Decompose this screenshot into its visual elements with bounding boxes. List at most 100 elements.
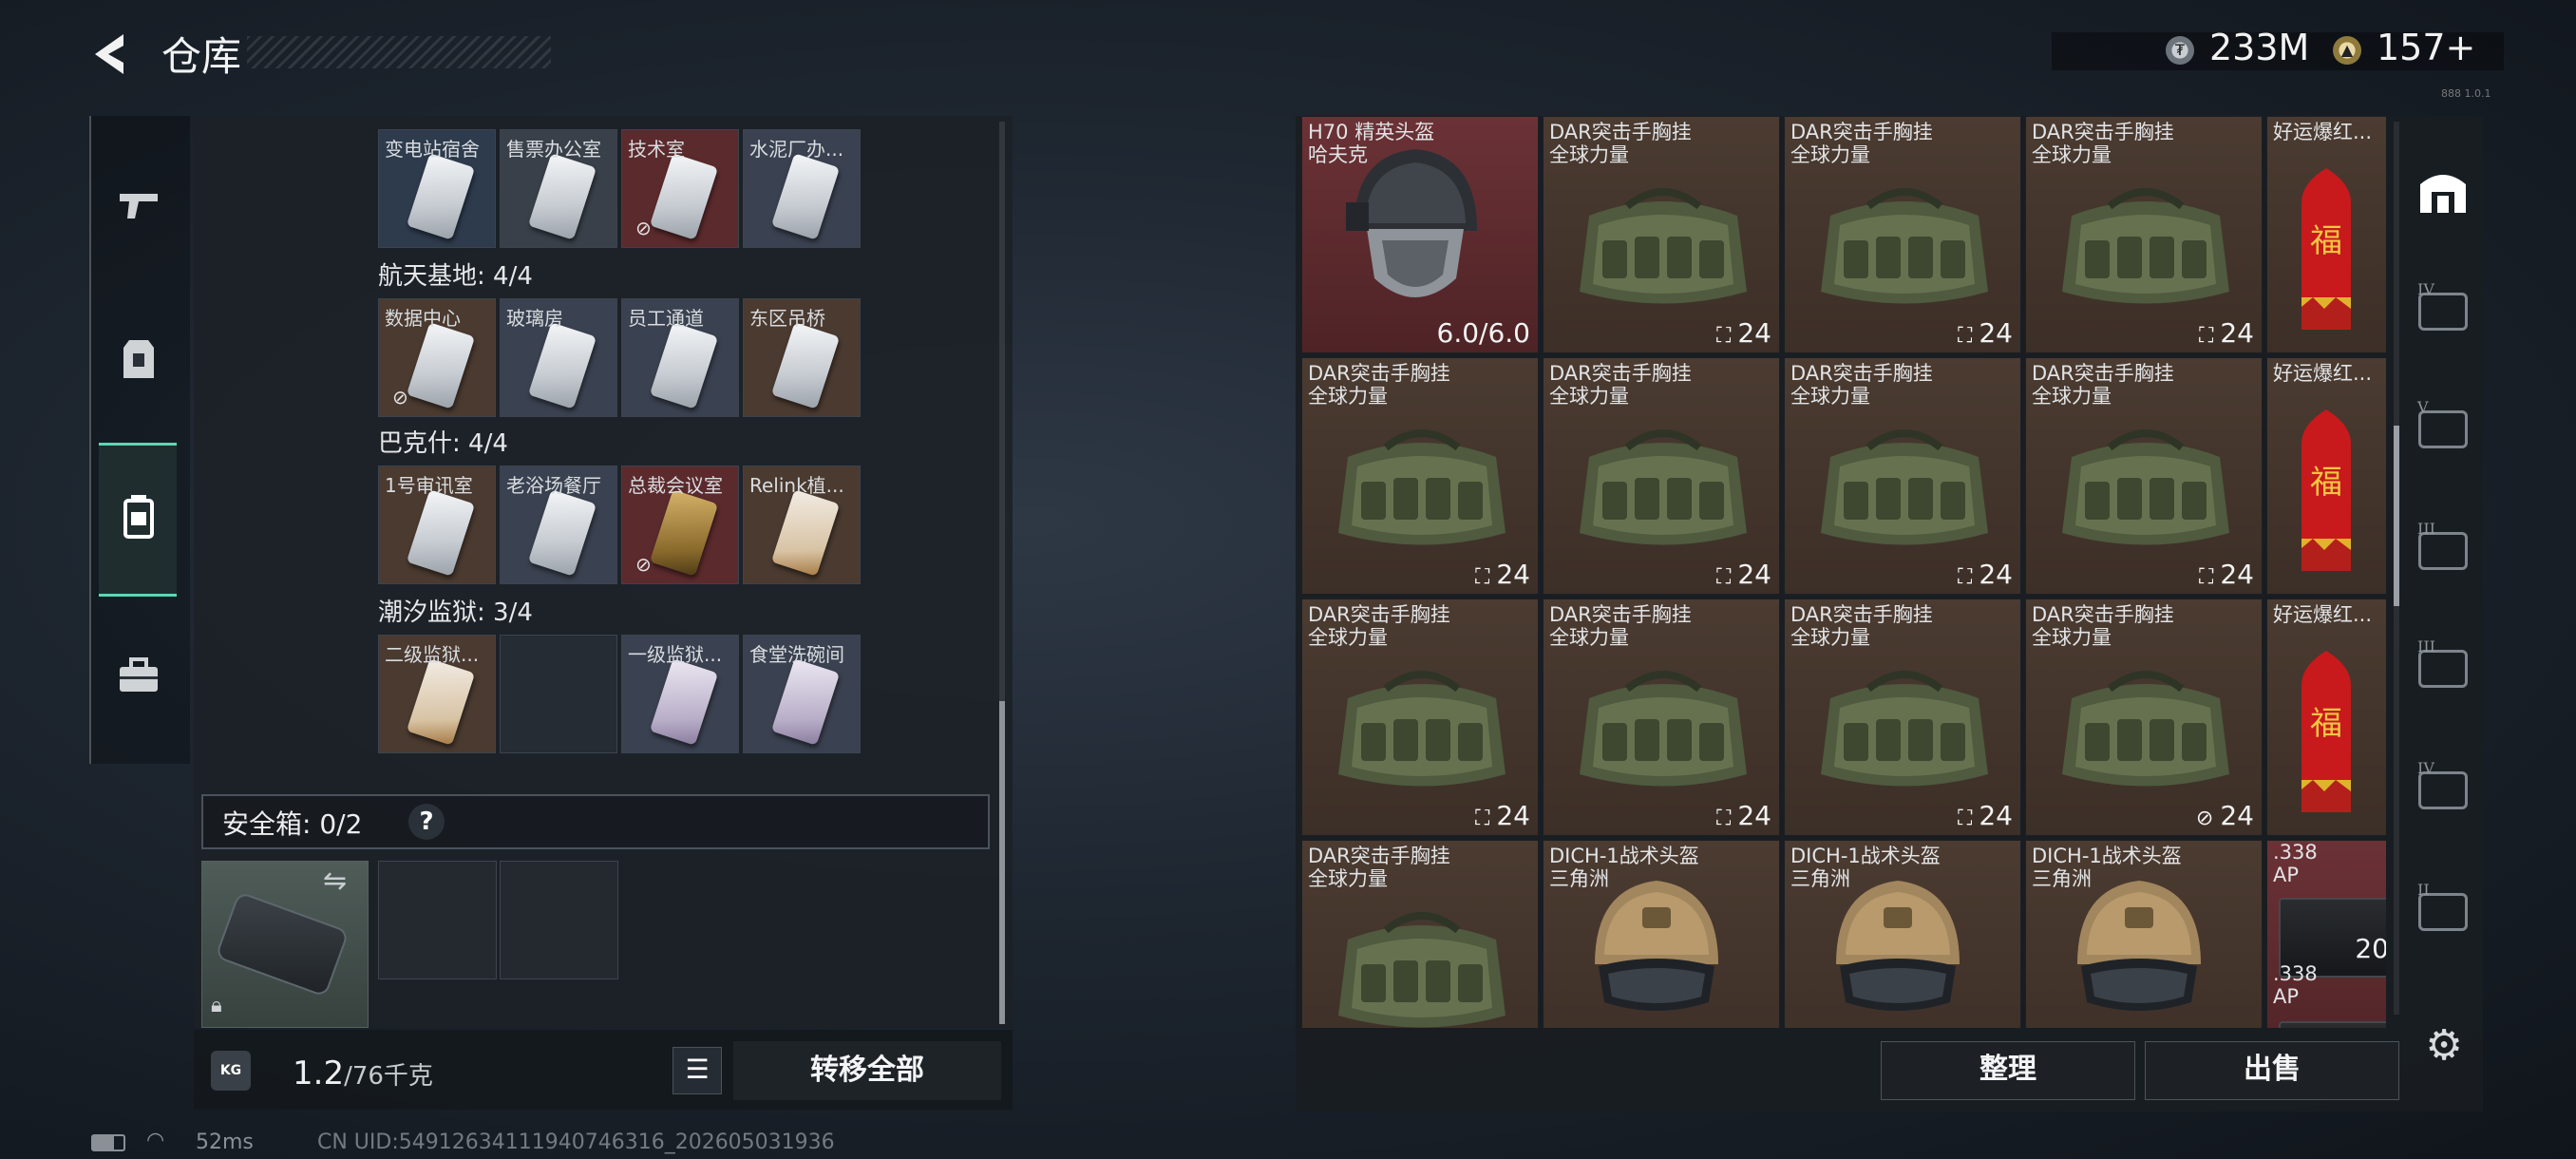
capacity-icon: ⛶ [2198, 324, 2221, 348]
sort-button[interactable]: 整理 [1881, 1041, 2135, 1100]
keycard-slot[interactable]: 总裁会议室 ⊘ [621, 466, 739, 584]
stash-item[interactable]: 福 好运爆红... [2266, 357, 2386, 595]
keycard-label: 水泥厂办... [749, 138, 844, 161]
keycard-image [649, 322, 719, 409]
stash-item[interactable]: DICH-1战术头盔 三角洲 [1784, 840, 2021, 1028]
keycard-image [770, 658, 841, 746]
nav-equipment[interactable] [99, 312, 179, 407]
keycard-image [649, 489, 719, 577]
stash-item[interactable]: DICH-1战术头盔 三角洲 [1543, 840, 1780, 1028]
item-brand: 全球力量 [1549, 626, 1629, 649]
item-count: ⛶ 24 [1958, 800, 2013, 831]
points-amount[interactable]: 157+ [2377, 27, 2475, 68]
list-view-button[interactable]: ☰ [672, 1047, 722, 1094]
keycard-slot[interactable]: 数据中心 ⊘ [378, 298, 496, 417]
item-count: ⛶ 24 [1716, 559, 1771, 590]
keycard-slot[interactable]: 技术室 ⊘ [621, 129, 739, 248]
toolbox-icon [120, 657, 158, 692]
capacity-icon: ⛶ [1715, 807, 1738, 830]
keycard-slot[interactable]: 一级监狱... [621, 635, 739, 753]
keycard-slot[interactable]: 食堂洗碗间 [743, 635, 861, 753]
item-brand: 全球力量 [2032, 143, 2112, 166]
page-tier-label: II [2417, 881, 2430, 899]
item-count: ⛶ 24 [1958, 559, 2013, 590]
nav-toolbox[interactable] [99, 627, 179, 722]
keycard-slot[interactable]: 二级监狱... [378, 635, 496, 753]
weight-current: 1.2 [293, 1054, 345, 1092]
stash-page-6-icon[interactable]: IV [2415, 759, 2472, 819]
item-count-value: 24 [1496, 559, 1530, 590]
right-scrollbar[interactable] [2394, 122, 2399, 1015]
item-count-value: 24 [2220, 559, 2254, 590]
keycard-slot[interactable]: Relink植... [743, 466, 861, 584]
stash-page-7-icon[interactable]: II [2415, 881, 2472, 940]
stash-item[interactable]: DAR突击手胸挂 全球力量 ⛶ 24 [1543, 598, 1780, 836]
keycard-slot-empty[interactable] [500, 635, 617, 753]
item-count: ⛶ 24 [1958, 317, 2013, 349]
stash-item[interactable]: DAR突击手胸挂 全球力量 ⛶ 24 [1301, 598, 1539, 836]
stash-page-4-icon[interactable]: III [2415, 520, 2472, 580]
swap-icon[interactable]: ⇋ [323, 864, 347, 898]
safe-slot-empty[interactable] [500, 861, 618, 979]
keycard-slot[interactable]: 员工通道 [621, 298, 739, 417]
stash-item[interactable]: DAR突击手胸挂 全球力量 [1301, 840, 1539, 1028]
stash-item[interactable]: DAR突击手胸挂 全球力量 ⛶ 24 [1543, 357, 1780, 595]
item-count-value: 20 [2355, 933, 2386, 964]
page-title: 仓库 [161, 33, 242, 80]
stash-item[interactable]: DAR突击手胸挂 全球力量 ⛶ 24 [2025, 357, 2263, 595]
keycard-slot[interactable]: 1号审讯室 [378, 466, 496, 584]
stash-item[interactable]: DICH-1战术头盔 三角洲 [2025, 840, 2263, 1028]
capacity-icon: ⛶ [1715, 324, 1738, 348]
stash-item[interactable]: DAR突击手胸挂 全球力量 ⛶ 24 [1784, 357, 2021, 595]
stash-item[interactable]: .338 AP 20.338 AP [2266, 840, 2386, 1028]
keycard-slot[interactable]: 老浴场餐厅 [500, 466, 617, 584]
svg-text:福: 福 [2310, 464, 2342, 502]
keycard-slot[interactable]: 东区吊桥 [743, 298, 861, 417]
stash-page-5-icon[interactable]: III [2415, 637, 2472, 697]
capacity-icon: ⛶ [1957, 324, 1979, 348]
stash-item[interactable]: DAR突击手胸挂 全球力量 ⛶ 24 [1784, 116, 2021, 353]
capacity-icon: ⛶ [1957, 807, 1979, 830]
item-count: ⛶ 24 [1475, 559, 1530, 590]
gear-icon[interactable]: ⚙ [2420, 1022, 2468, 1070]
keycard-slot[interactable]: 玻璃房 [500, 298, 617, 417]
keycard-image [406, 153, 476, 240]
stash-page-3-icon[interactable]: V [2415, 398, 2472, 458]
item-durability: 6.0/6.0 [1436, 317, 1531, 349]
sell-button[interactable]: 出售 [2145, 1041, 2399, 1100]
nav-containers[interactable] [99, 469, 179, 564]
help-icon[interactable]: ? [408, 804, 445, 840]
safe-slot-empty[interactable] [378, 861, 497, 979]
stash-page-2-icon[interactable]: IV [2415, 280, 2472, 340]
keycard-slot[interactable]: 变电站宿舍 [378, 129, 496, 248]
item-count: ⛶ 24 [1475, 800, 1530, 831]
keycard-image [770, 322, 841, 409]
stash-item[interactable]: DAR突击手胸挂 全球力量 ⛶ 24 [1543, 116, 1780, 353]
weight-max: /76千克 [344, 1062, 433, 1091]
stash-item[interactable]: DAR突击手胸挂 全球力量 ⛶ 24 [1301, 357, 1539, 595]
left-scrollbar[interactable] [999, 122, 1005, 1024]
nav-weapons[interactable] [99, 158, 179, 253]
battery-icon [91, 1134, 125, 1151]
item-name: .338 [2273, 962, 2318, 985]
keycard-slot[interactable]: 水泥厂办... [743, 129, 861, 248]
stash-item[interactable]: 福 好运爆红... [2266, 116, 2386, 353]
item-name: 好运爆红... [2273, 121, 2373, 143]
stash-item[interactable]: 福 好运爆红... [2266, 598, 2386, 836]
keycard-slot[interactable]: 售票办公室 [500, 129, 617, 248]
uid-text: CN UID:54912634111940746316_202605031936 [317, 1130, 835, 1154]
transfer-all-button[interactable]: 转移全部 [733, 1041, 1001, 1100]
item-brand: 三角洲 [1549, 867, 1609, 890]
safe-box-label: 安全箱: 0/2 [222, 808, 363, 840]
stash-item[interactable]: DAR突击手胸挂 全球力量 ⛶ 24 [1784, 598, 2021, 836]
back-icon[interactable] [85, 28, 137, 80]
stash-item[interactable]: DAR突击手胸挂 全球力量 ⊘ 24 [2025, 598, 2263, 836]
title-decoration [247, 36, 551, 68]
stash-item[interactable]: DAR突击手胸挂 全球力量 ⛶ 24 [2025, 116, 2263, 353]
no-trade-icon: ⊘ [2195, 807, 2221, 830]
item-count: ⛶ 24 [2199, 559, 2254, 590]
money-amount[interactable]: 233M [2209, 27, 2309, 68]
home-storage-icon[interactable] [2415, 162, 2472, 218]
stash-item[interactable]: H70 精英头盔 哈夫克 6.0/6.0 [1301, 116, 1539, 353]
keycard-image [649, 658, 719, 746]
